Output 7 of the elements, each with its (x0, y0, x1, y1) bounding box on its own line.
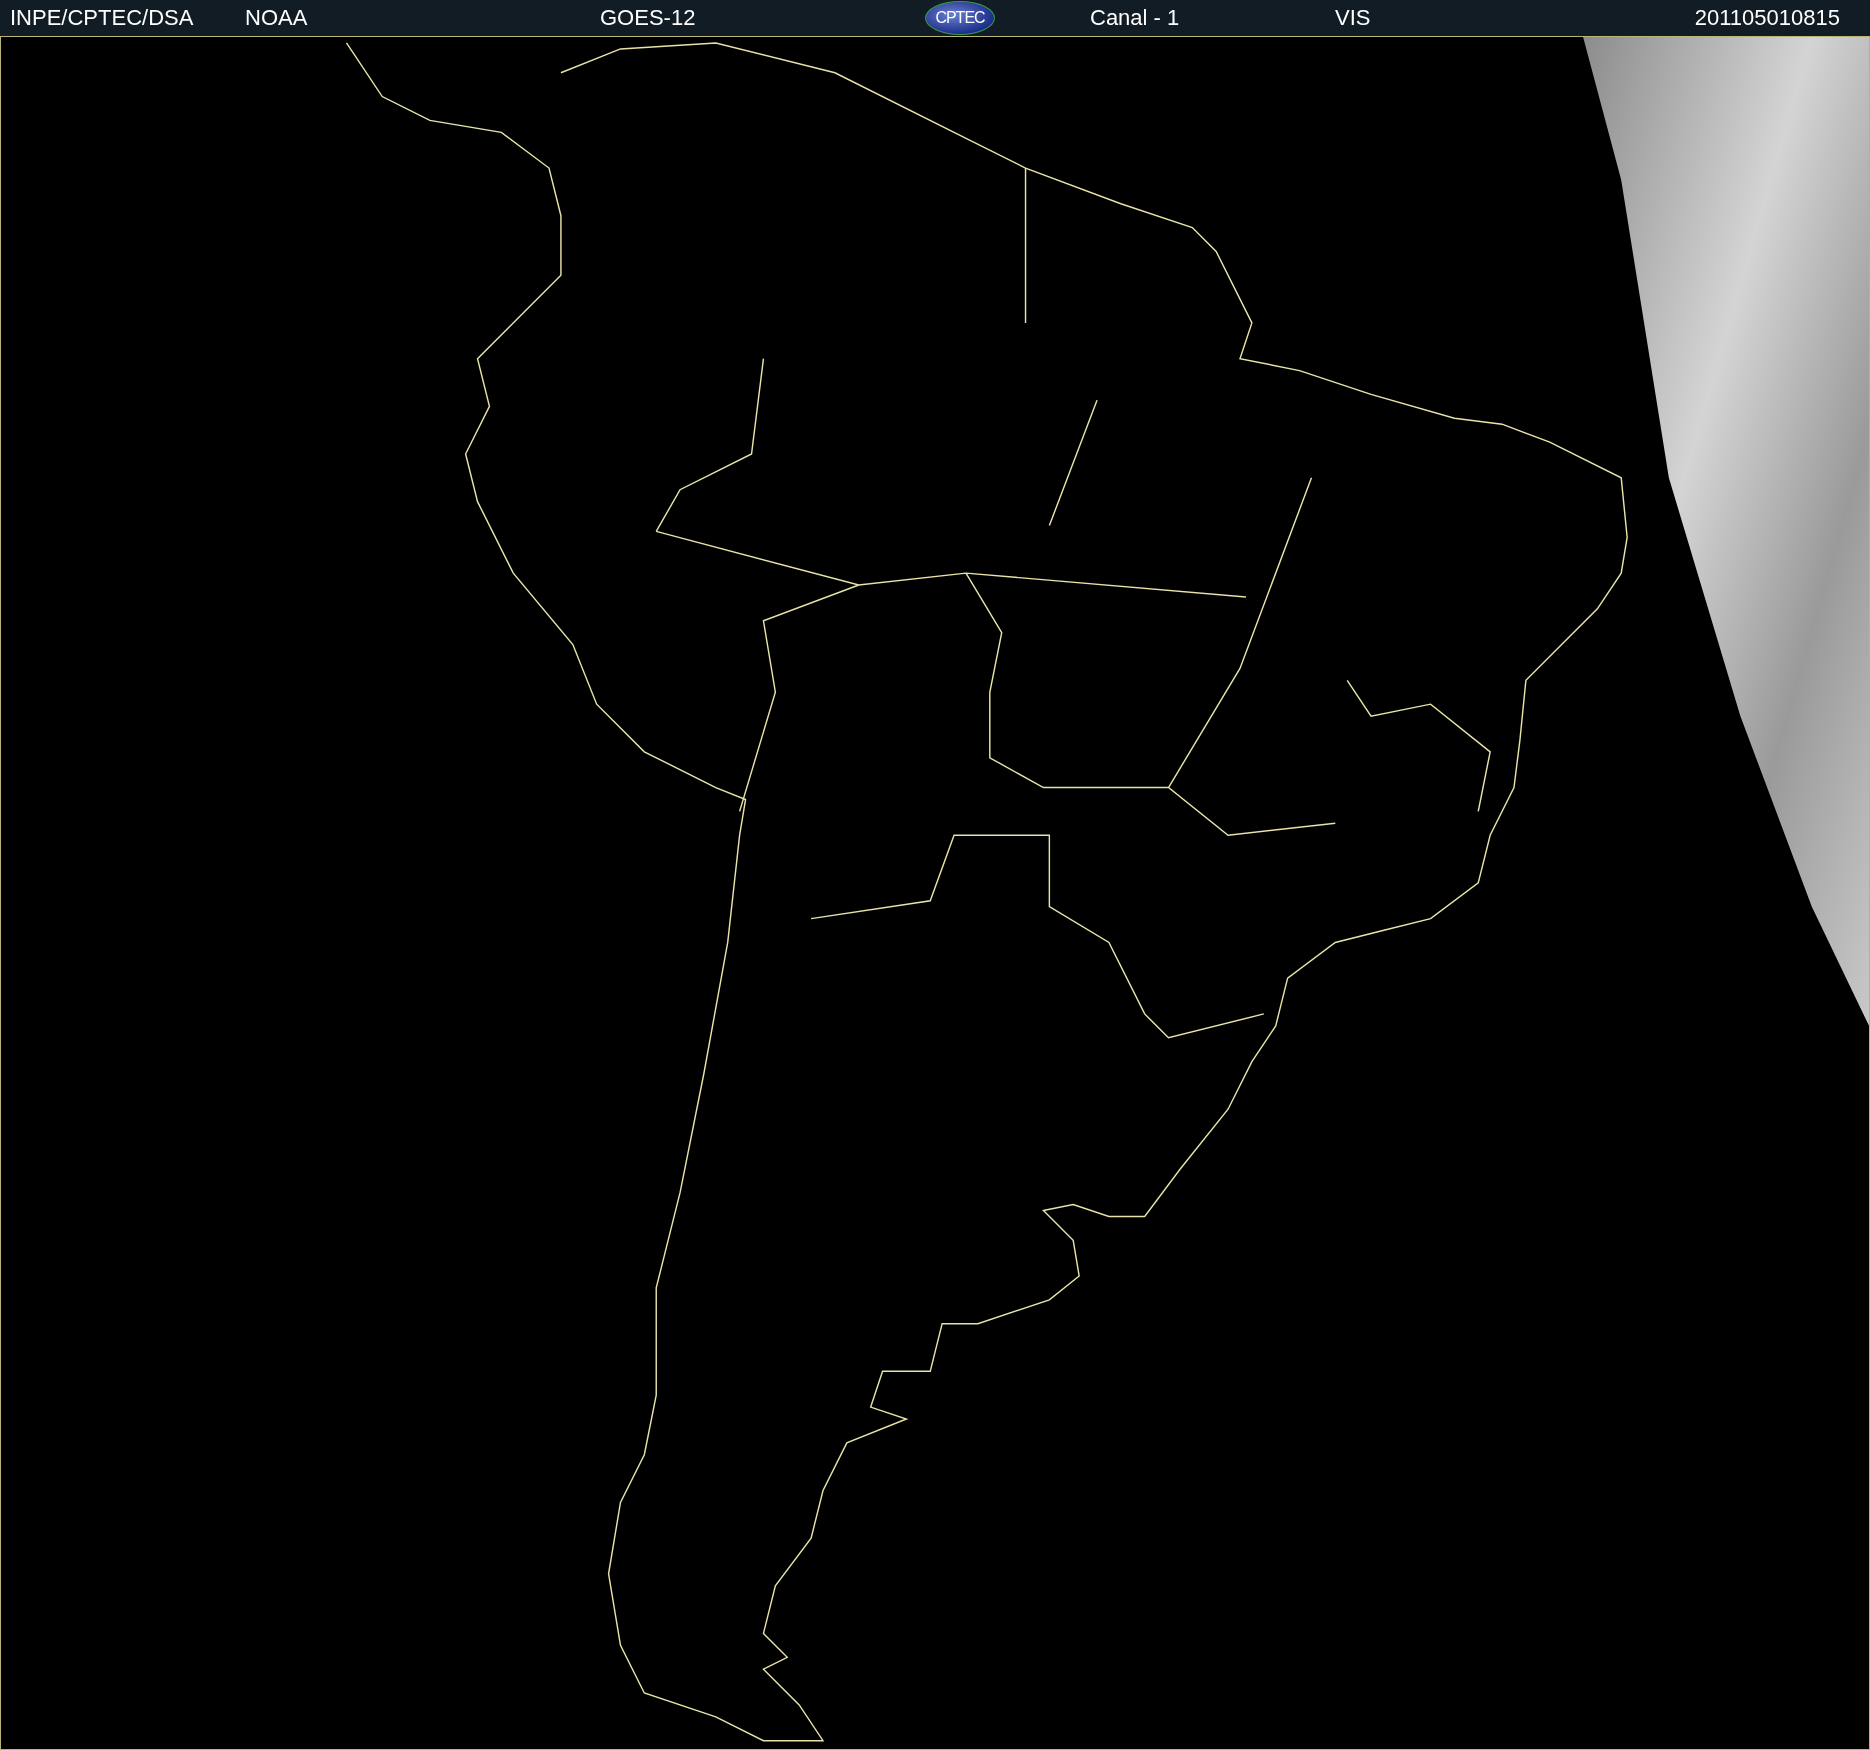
header-label: 201105010815 (1694, 5, 1840, 31)
header-label: GOES-12 (600, 5, 697, 31)
header-label: NOAA (245, 5, 309, 31)
header-label: INPE/CPTEC/DSA (10, 5, 195, 31)
agency-logo: CPTEC (925, 1, 995, 35)
header-label: VIS (1335, 5, 1372, 31)
header-label: Canal - 1 (1090, 5, 1181, 31)
